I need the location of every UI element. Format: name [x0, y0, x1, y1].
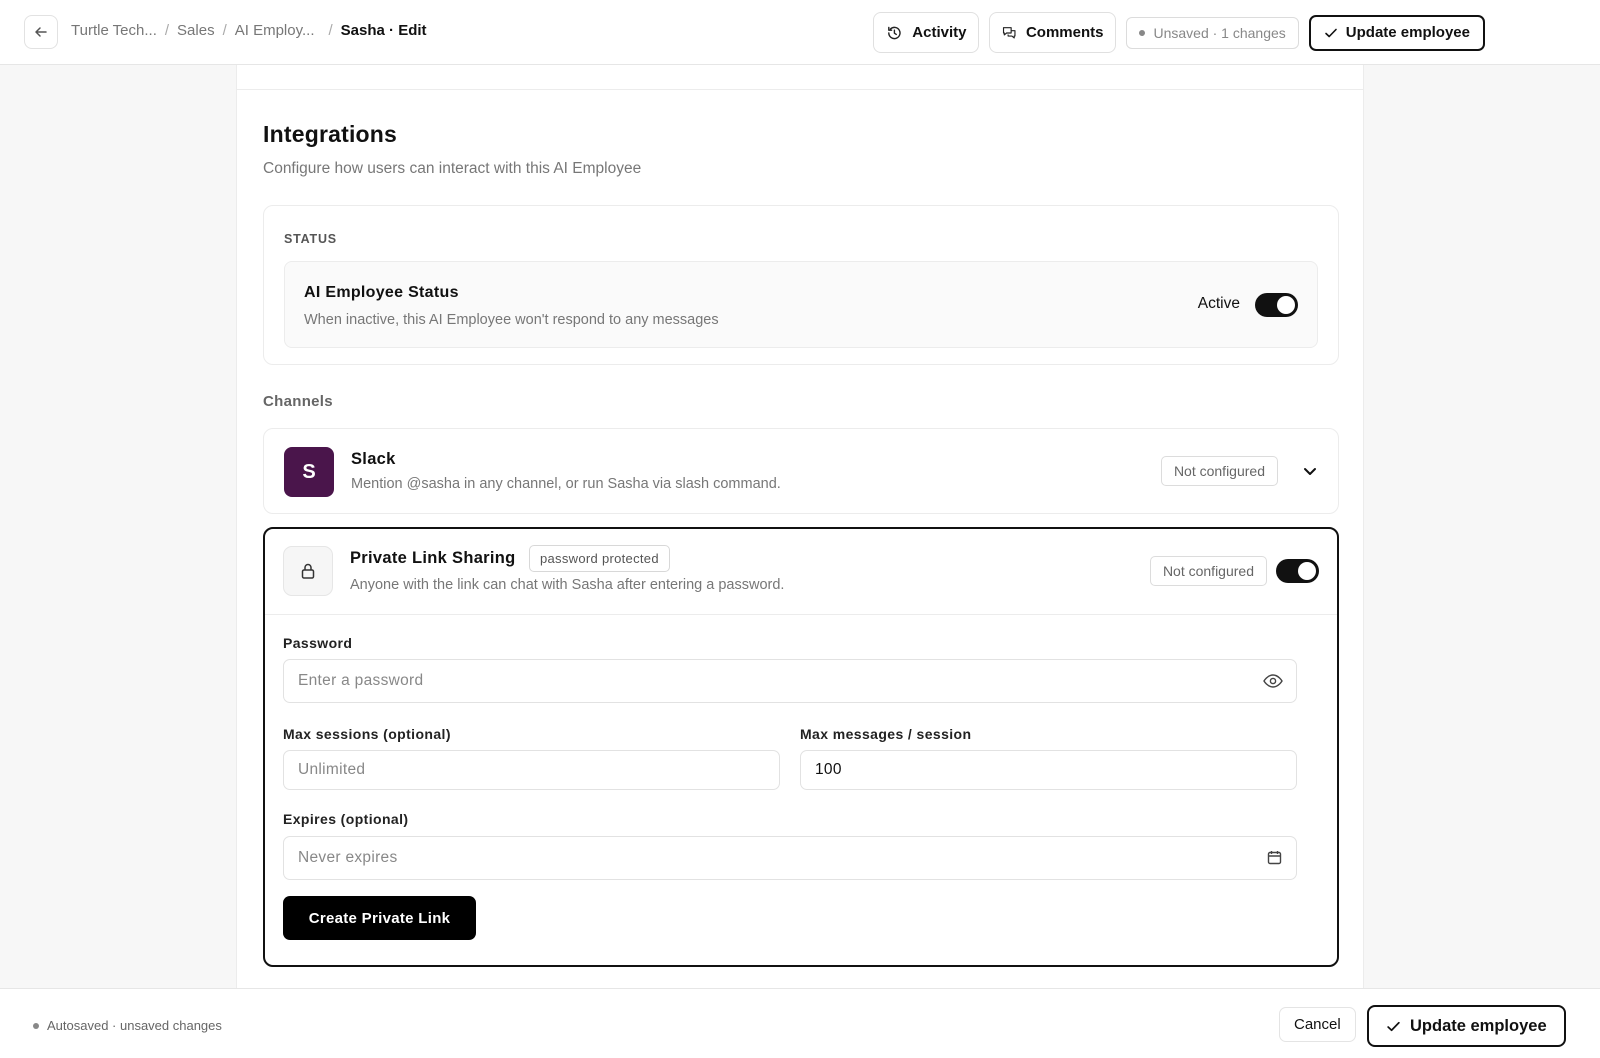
slack-channel-card[interactable]: S Slack Mention @sasha in any channel, o… [263, 428, 1339, 514]
cancel-button[interactable]: Cancel [1279, 1007, 1356, 1042]
slack-description: Mention @sasha in any channel, or run Sa… [351, 476, 781, 492]
expires-date-input[interactable] [283, 836, 1297, 880]
max-messages-input[interactable] [800, 750, 1297, 790]
status-state-label: Active [1197, 295, 1240, 312]
breadcrumb-separator: / [328, 22, 333, 39]
comments-label: Comments [1025, 24, 1104, 41]
private-link-title: Private Link Sharing [350, 549, 516, 567]
activity-button[interactable]: Activity [873, 12, 980, 53]
status-section-label: STATUS [284, 232, 337, 246]
private-link-header: Private Link Sharing password protected … [265, 529, 1337, 615]
unsaved-label: Unsaved · 1 changes [1153, 24, 1286, 41]
password-input[interactable] [283, 659, 1297, 703]
breadcrumb-separator: / [222, 22, 227, 39]
back-button[interactable] [24, 15, 58, 49]
unsaved-status-badge: Unsaved · 1 changes [1126, 16, 1299, 49]
comments-button[interactable]: Comments [989, 12, 1117, 53]
status-dot-icon [33, 1022, 39, 1029]
integrations-panel: Integrations Configure how users can int… [236, 65, 1364, 988]
expires-label: Expires (optional) [283, 811, 409, 827]
slack-logo: S [284, 447, 334, 497]
password-label: Password [283, 635, 353, 651]
arrow-left-icon [35, 27, 47, 37]
chevron-down-icon[interactable] [1302, 463, 1318, 479]
private-link-status-badge: Not configured [1149, 556, 1267, 586]
toggle-knob [1298, 562, 1316, 580]
divider [237, 89, 1363, 90]
private-link-description: Anyone with the link can chat with Sasha… [350, 577, 785, 593]
breadcrumb: Turtle Tech... / Sales / AI Employ... / … [71, 22, 427, 39]
status-row: AI Employee Status When inactive, this A… [284, 261, 1318, 348]
private-link-card: Private Link Sharing password protected … [263, 527, 1339, 967]
channels-label: Channels [263, 393, 333, 410]
history-icon [888, 26, 902, 39]
private-link-toggle[interactable] [1276, 559, 1319, 583]
breadcrumb-item-org[interactable]: Turtle Tech... [71, 22, 157, 39]
breadcrumb-current: Sasha · Edit [340, 22, 427, 39]
status-card: STATUS AI Employee Status When inactive,… [263, 205, 1339, 365]
status-description: When inactive, this AI Employee won't re… [304, 312, 719, 328]
password-protected-tag: password protected [529, 545, 670, 572]
slack-title: Slack [351, 450, 396, 468]
max-sessions-label: Max sessions (optional) [283, 726, 451, 742]
check-icon [1324, 28, 1337, 37]
slack-status-badge: Not configured [1160, 456, 1278, 486]
eye-icon[interactable] [1263, 674, 1283, 688]
bottom-bar: Autosaved · unsaved changes Cancel Updat… [0, 988, 1600, 1058]
update-employee-button-top[interactable]: Update employee [1308, 14, 1485, 51]
section-title: Integrations [263, 121, 398, 147]
status-dot-icon [1139, 29, 1146, 36]
autosave-status: Autosaved · unsaved changes [33, 1018, 222, 1033]
breadcrumb-separator: / [164, 22, 170, 39]
toggle-knob [1277, 296, 1295, 314]
top-bar: Turtle Tech... / Sales / AI Employ... / … [0, 0, 1600, 65]
top-actions: Activity Comments Unsaved · 1 changes Up… [873, 12, 1485, 53]
breadcrumb-item-ai-employees[interactable]: AI Employ... [235, 22, 315, 39]
lock-icon [301, 563, 315, 579]
check-icon [1387, 1021, 1400, 1031]
update-employee-label: Update employee [1345, 24, 1470, 41]
breadcrumb-item-sales[interactable]: Sales [177, 22, 215, 39]
lock-icon-container [283, 546, 333, 596]
status-title: AI Employee Status [304, 284, 459, 301]
calendar-icon[interactable] [1267, 850, 1282, 865]
max-sessions-input[interactable] [283, 750, 780, 790]
comments-icon [1003, 26, 1017, 39]
update-employee-button-bottom[interactable]: Update employee [1367, 1005, 1566, 1047]
max-messages-label: Max messages / session [800, 726, 972, 742]
update-employee-label: Update employee [1410, 1016, 1547, 1035]
autosave-text: Autosaved · unsaved changes [47, 1018, 222, 1033]
section-subtitle: Configure how users can interact with th… [263, 160, 642, 177]
create-private-link-button[interactable]: Create Private Link [283, 896, 476, 940]
activity-label: Activity [912, 24, 967, 41]
status-toggle[interactable] [1255, 293, 1298, 317]
